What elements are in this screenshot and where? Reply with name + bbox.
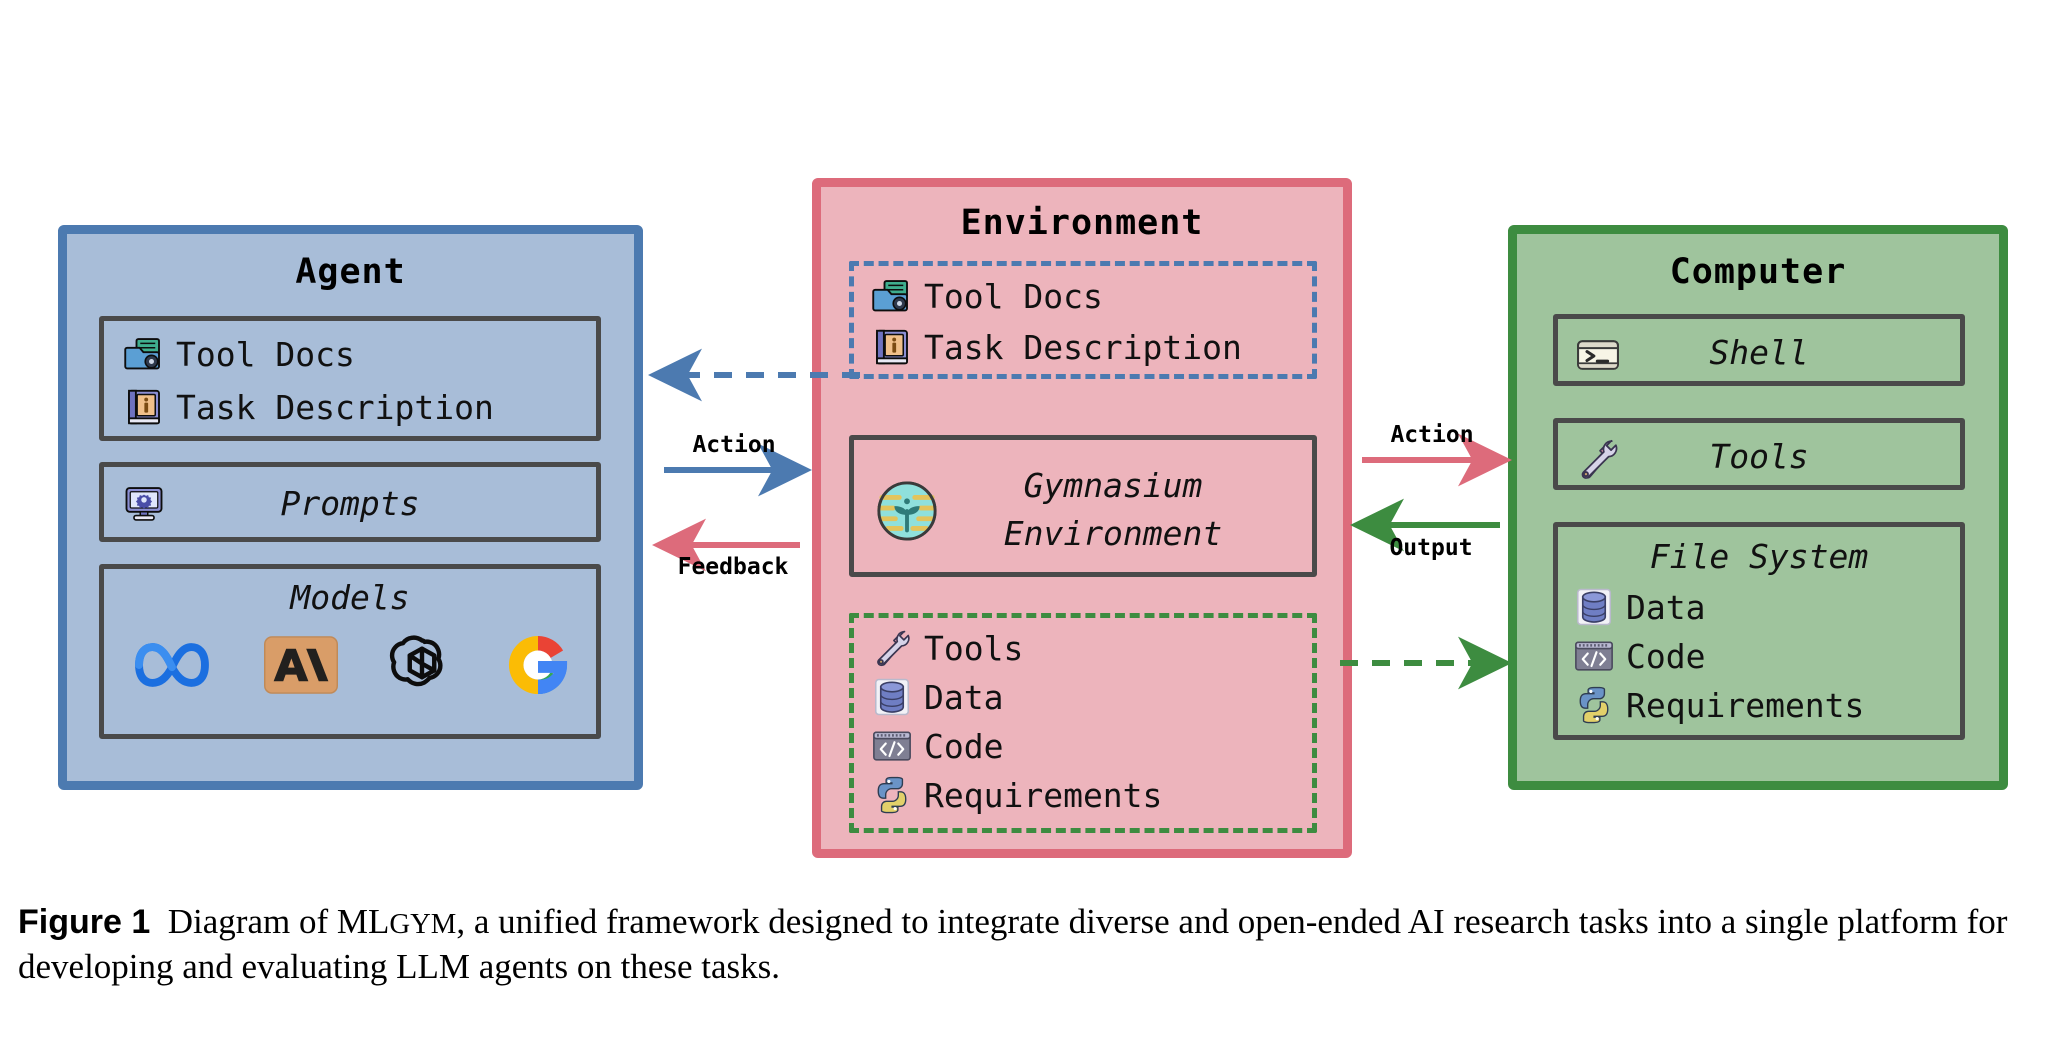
connector-label-feedback: Feedback	[677, 554, 789, 580]
connector-label-computer-action: Action	[1390, 422, 1474, 448]
figure-caption-part1: Diagram of ML	[167, 902, 390, 941]
figure-caption: Figure 1 Diagram of MLGym, a unified fra…	[18, 900, 2058, 990]
diagram-stage: Agent Tool Docs Task Description Prompts…	[0, 0, 2072, 1050]
connector-label-output: Output	[1389, 535, 1473, 561]
connector-layer	[648, 348, 1512, 690]
figure-label: Figure 1	[18, 903, 151, 941]
connector-label-agent-action: Action	[692, 432, 776, 458]
figure-caption-smallcaps: Gym	[389, 908, 457, 940]
